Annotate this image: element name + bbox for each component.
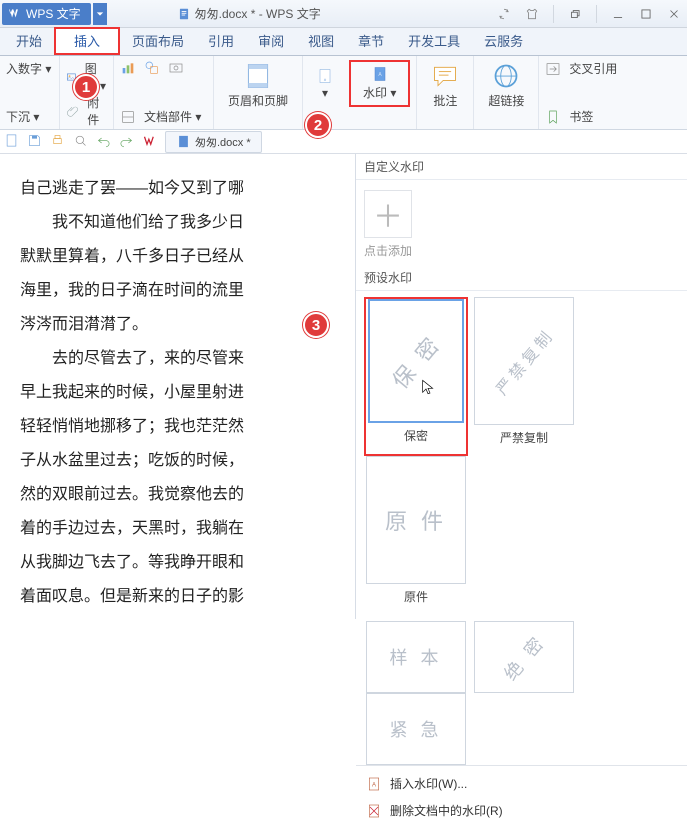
preset-baomi[interactable]: 保 密 保密 — [364, 297, 468, 456]
new-doc-button[interactable] — [4, 133, 19, 151]
menu-insert-watermark[interactable]: A 插入水印(W)... — [356, 770, 687, 797]
callout-1: 1 — [73, 74, 99, 100]
minimize-icon[interactable] — [611, 5, 625, 23]
remove-watermark-icon — [366, 803, 382, 819]
sync-icon[interactable] — [497, 5, 511, 23]
tab-devtools[interactable]: 开发工具 — [396, 27, 472, 55]
doc-line: 默默里算着，八千多日子已经从 — [20, 240, 343, 274]
doc-line: 去的尽管去了，来的尽管来 — [20, 342, 343, 376]
quick-access-bar: 匆匆.docx * — [0, 130, 687, 154]
print-preview-button[interactable] — [73, 133, 88, 151]
hyperlink-icon — [492, 62, 520, 90]
doc-line: 涔涔而泪潸潸了。 — [20, 308, 343, 342]
insert-number-button[interactable]: 入数字 ▾ — [6, 60, 51, 77]
watermark-panel: 自定义水印 ＋ 点击添加 预设水印 保 密 保密 严禁复制 严禁复制 原 件 原… — [355, 154, 687, 619]
chevron-down-icon — [96, 10, 104, 18]
window-title: 匆匆.docx * - WPS 文字 — [177, 5, 321, 22]
preset-original[interactable]: 原 件 原件 — [364, 456, 468, 615]
app-menu-dropdown[interactable] — [93, 3, 107, 25]
screenshot-icon — [168, 60, 184, 76]
shape-icon — [144, 60, 160, 76]
window-controls — [497, 5, 687, 23]
redo-button[interactable] — [119, 133, 134, 151]
doc-line: 子从水盆里过去；吃饭的时候， — [20, 444, 343, 478]
watermark-button[interactable]: A 水印 ▾ — [355, 64, 404, 103]
tab-review[interactable]: 审阅 — [246, 27, 296, 55]
doc-line: 轻轻悄悄地挪移了；我也茫茫然 — [20, 410, 343, 444]
tab-view[interactable]: 视图 — [296, 27, 346, 55]
add-watermark-label: 点击添加 — [364, 242, 412, 259]
preset-top-secret[interactable]: 绝 密 — [472, 621, 576, 693]
tab-references[interactable]: 引用 — [196, 27, 246, 55]
maximize-icon[interactable] — [639, 5, 653, 23]
parts-icon — [120, 109, 136, 125]
watermark-icon: A — [372, 66, 388, 82]
document-icon — [176, 134, 191, 149]
bookmark-icon — [545, 109, 561, 125]
doc-line: 着的手边过去，天黑时，我躺在 — [20, 512, 343, 546]
attachment-icon — [66, 103, 79, 119]
tab-chapter[interactable]: 章节 — [346, 27, 396, 55]
ribbon: 入数字 ▾ 下沉 ▾ 图片 ▾ 附件 文档部件 ▾ 页眉和页脚 — [0, 56, 687, 130]
header-footer-button[interactable]: 页眉和页脚 — [220, 60, 296, 111]
insert-watermark-icon: A — [366, 776, 382, 792]
skin-icon[interactable] — [525, 5, 539, 23]
callout-2: 2 — [305, 112, 331, 138]
tab-layout[interactable]: 页面布局 — [120, 27, 196, 55]
doc-line: 从我脚边飞去了。等我睁开眼和 — [20, 546, 343, 580]
cursor-icon — [420, 375, 436, 401]
hyperlink-button[interactable]: 超链接 — [480, 60, 532, 111]
close-icon[interactable] — [667, 5, 681, 23]
bookmark-button[interactable]: 书签 — [569, 108, 593, 125]
doc-line: 自己逃走了罢——如今又到了哪 — [20, 172, 343, 206]
document-parts-button[interactable]: 文档部件 ▾ — [144, 108, 201, 125]
svg-text:A: A — [372, 782, 376, 788]
document-canvas[interactable]: 自己逃走了罢——如今又到了哪 我不知道他们给了我多少日 默默里算着，八千多日子已… — [0, 154, 355, 619]
wps-logo-icon — [8, 7, 22, 21]
app-name: WPS 文字 — [26, 5, 81, 22]
menu-remove-watermark[interactable]: 删除文档中的水印(R) — [356, 797, 687, 824]
comment-icon — [431, 62, 459, 90]
preset-watermark-title: 预设水印 — [356, 265, 687, 291]
preset-urgent[interactable]: 紧 急 — [364, 693, 468, 765]
preset-no-copy[interactable]: 严禁复制 严禁复制 — [472, 297, 576, 456]
doc-line: 海里，我的日子滴在时间的流里 — [20, 274, 343, 308]
restore-up-icon[interactable] — [568, 5, 582, 23]
preset-sample[interactable]: 样 本 — [364, 621, 468, 693]
crossref-button[interactable]: 交叉引用 — [569, 60, 617, 77]
titlebar: WPS 文字 匆匆.docx * - WPS 文字 — [0, 0, 687, 28]
page-number-button[interactable]: # ▾ — [309, 66, 341, 102]
document-tab[interactable]: 匆匆.docx * — [165, 131, 262, 153]
comment-button[interactable]: 批注 — [423, 60, 467, 111]
header-footer-icon — [244, 62, 272, 90]
doc-line: 着面叹息。但是新来的日子的影 — [20, 580, 343, 614]
app-menu-button[interactable]: WPS 文字 — [2, 3, 91, 25]
doc-line: 然的双眼前过去。我觉察他去的 — [20, 478, 343, 512]
document-icon — [177, 7, 191, 21]
chart-icon — [120, 60, 136, 76]
undo-button[interactable] — [96, 133, 111, 151]
add-watermark-button[interactable]: ＋ — [364, 190, 412, 238]
tab-insert[interactable]: 插入 — [54, 27, 120, 55]
page-number-icon: # — [317, 68, 333, 84]
tab-cloud[interactable]: 云服务 — [472, 27, 535, 55]
save-button[interactable] — [27, 133, 42, 151]
crossref-icon — [545, 61, 561, 77]
wps-w-icon — [142, 133, 157, 148]
doc-line: 早上我起来的时候，小屋里射进 — [20, 376, 343, 410]
print-button[interactable] — [50, 133, 65, 151]
tab-start[interactable]: 开始 — [4, 27, 54, 55]
dropcap-button[interactable]: 下沉 ▾ — [6, 108, 39, 125]
custom-watermark-title: 自定义水印 — [356, 154, 687, 180]
ribbon-tabs: 开始 插入 页面布局 引用 审阅 视图 章节 开发工具 云服务 — [0, 28, 687, 56]
doc-line: 我不知道他们给了我多少日 — [20, 206, 343, 240]
